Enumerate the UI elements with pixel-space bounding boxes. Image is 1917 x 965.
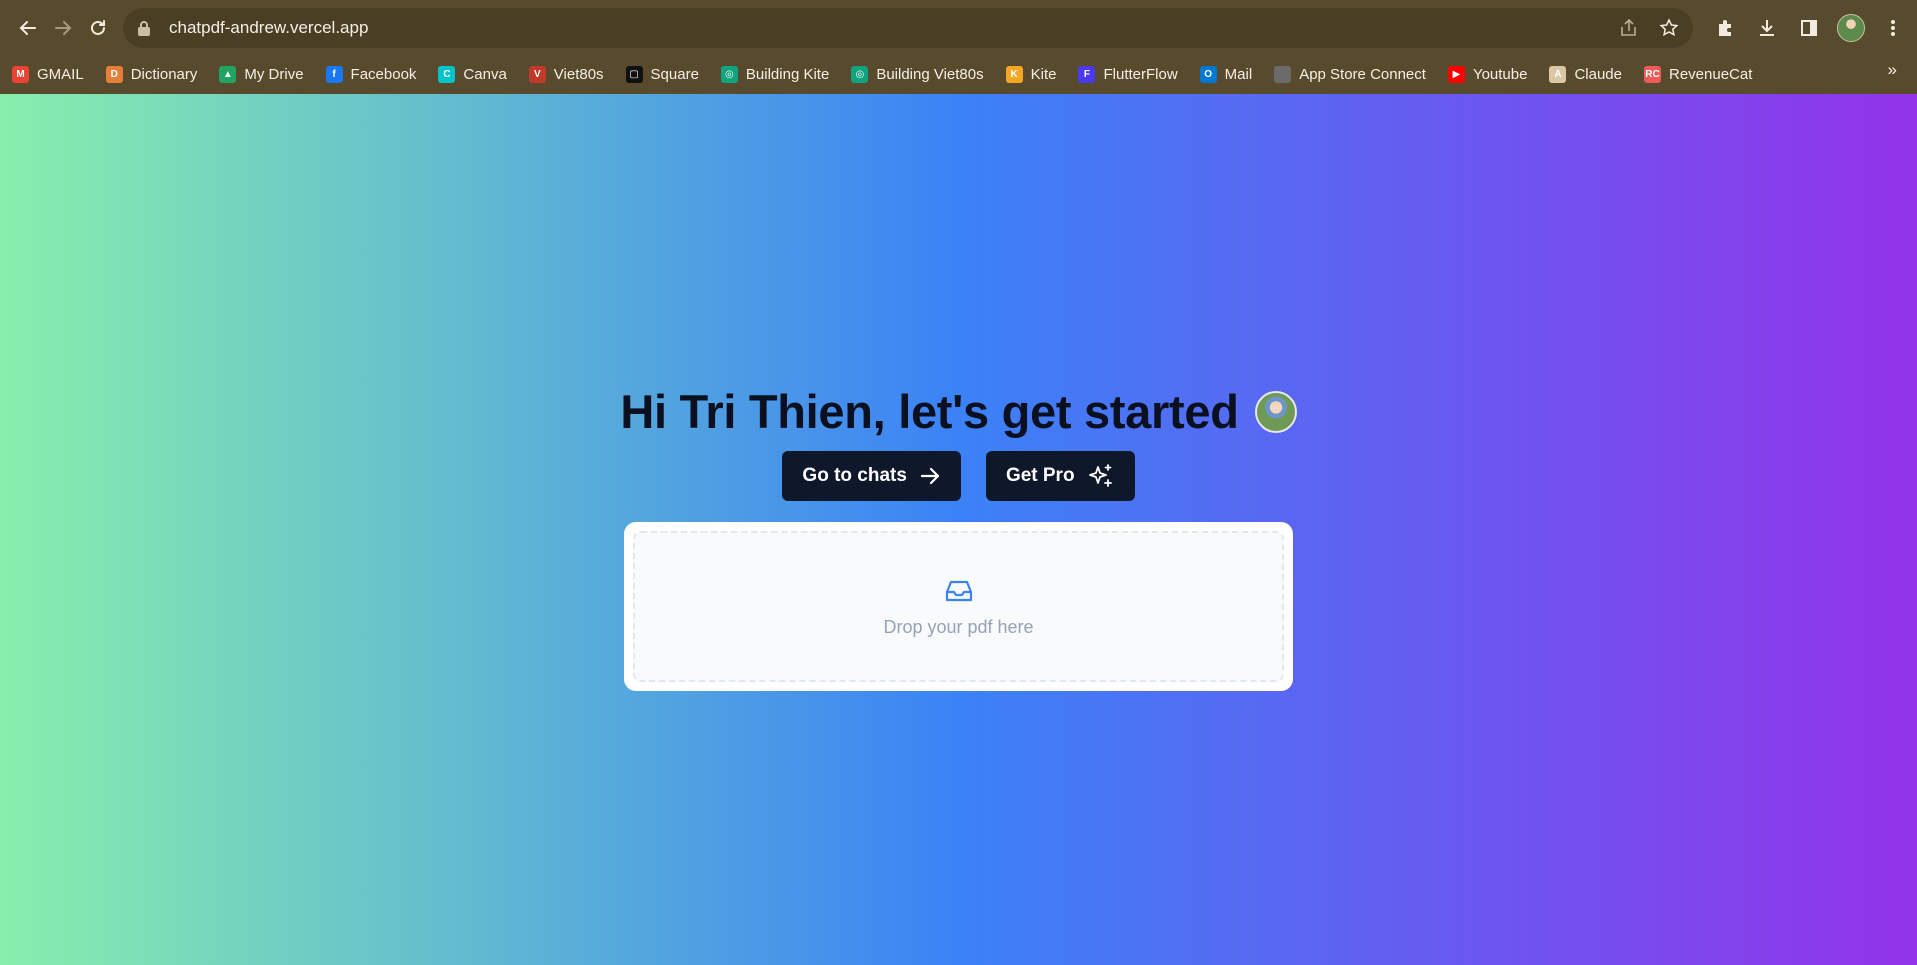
bookmark-label: Building Viet80s xyxy=(876,66,984,83)
bookmark-label: App Store Connect xyxy=(1299,66,1426,83)
lock-icon xyxy=(137,19,155,37)
side-panel-icon[interactable] xyxy=(1795,14,1823,42)
viet80s-icon: V xyxy=(528,66,546,83)
go-to-chats-label: Go to chats xyxy=(802,465,907,486)
drive-icon: ▲ xyxy=(219,66,237,83)
share-icon[interactable] xyxy=(1619,18,1639,38)
go-to-chats-button[interactable]: Go to chats xyxy=(782,451,961,501)
bookmark-item[interactable]: f Facebook xyxy=(325,66,417,83)
get-pro-label: Get Pro xyxy=(1005,465,1075,486)
youtube-icon: ▶ xyxy=(1447,66,1465,83)
bookmark-item[interactable]: O Mail xyxy=(1199,66,1253,83)
dropzone-text: Drop your pdf here xyxy=(883,617,1034,637)
reload-icon xyxy=(90,19,105,35)
bookmark-item[interactable]: ◎ Building Viet80s xyxy=(851,66,984,83)
bookmark-label: Canva xyxy=(463,66,507,83)
action-buttons: Go to chats Get Pro xyxy=(782,451,1135,501)
forward-button[interactable] xyxy=(45,8,80,48)
get-pro-button[interactable]: Get Pro xyxy=(985,451,1135,501)
bookmark-item[interactable]: V Viet80s xyxy=(528,66,604,83)
bookmarks-overflow-button[interactable]: » xyxy=(1888,60,1897,80)
reload-button[interactable] xyxy=(80,8,115,48)
bookmark-item[interactable]: M GMAIL xyxy=(12,66,84,83)
bookmark-label: My Drive xyxy=(244,66,304,83)
bookmark-label: FlutterFlow xyxy=(1103,66,1178,83)
bookmark-label: Facebook xyxy=(350,66,417,83)
arrow-left-icon xyxy=(19,20,36,35)
apple-icon xyxy=(1274,66,1292,83)
profile-avatar[interactable] xyxy=(1837,13,1865,42)
address-url: chatpdf-andrew.vercel.app xyxy=(169,17,369,37)
openai-icon: ◎ xyxy=(720,66,738,83)
claude-icon: A xyxy=(1549,66,1567,83)
menu-kebab-icon[interactable] xyxy=(1879,14,1907,42)
address-bar[interactable]: chatpdf-andrew.vercel.app xyxy=(123,7,1693,48)
bookmark-label: Viet80s xyxy=(553,66,604,83)
user-avatar[interactable] xyxy=(1254,390,1297,433)
bookmark-label: GMAIL xyxy=(37,66,84,83)
back-button[interactable] xyxy=(10,8,45,48)
bookmark-label: Dictionary xyxy=(130,66,198,83)
arrow-right-icon xyxy=(54,20,71,35)
revenuecat-icon: RC xyxy=(1644,66,1661,83)
bookmark-label: Building Kite xyxy=(745,66,830,83)
dictionary-icon: D xyxy=(105,66,123,83)
canva-icon: C xyxy=(438,66,456,83)
bookmark-label: Square xyxy=(650,66,699,83)
sparkles-icon xyxy=(1088,464,1112,487)
facebook-icon: f xyxy=(325,66,343,83)
kite-icon: K xyxy=(1005,66,1023,83)
bookmark-item[interactable]: A Claude xyxy=(1549,66,1622,83)
bookmarks-bar: M GMAIL D Dictionary ▲ My Drive f Facebook C Canv… xyxy=(0,55,1917,94)
bookmark-item[interactable]: C Canva xyxy=(438,66,507,83)
arrow-right-icon xyxy=(920,467,940,485)
hero-section: Hi Tri Thien, let's get started Go to ch… xyxy=(0,384,1917,691)
openai-icon: ◎ xyxy=(851,66,869,83)
bookmark-label: RevenueCat xyxy=(1669,66,1753,83)
pdf-dropzone[interactable]: Drop your pdf here xyxy=(633,531,1284,682)
bookmark-label: Youtube xyxy=(1472,66,1528,83)
bookmark-item[interactable]: D Dictionary xyxy=(105,66,198,83)
extensions-icon[interactable] xyxy=(1711,14,1739,42)
bookmark-label: Claude xyxy=(1574,66,1622,83)
upload-card: Drop your pdf here xyxy=(624,522,1293,691)
square-icon: ▢ xyxy=(625,66,643,83)
browser-chrome: chatpdf-andrew.vercel.app M GMAIL D Diction… xyxy=(0,0,1917,94)
bookmark-label: Kite xyxy=(1030,66,1057,83)
star-icon[interactable] xyxy=(1659,17,1679,38)
outlook-icon: O xyxy=(1199,66,1217,83)
bookmark-item[interactable]: F FlutterFlow xyxy=(1078,66,1178,83)
bookmark-label: Mail xyxy=(1224,66,1253,83)
bookmark-item[interactable]: ◎ Building Kite xyxy=(720,66,830,83)
download-icon[interactable] xyxy=(1753,14,1781,42)
bookmark-item[interactable]: ▢ Square xyxy=(625,66,699,83)
bookmark-item[interactable]: ▲ My Drive xyxy=(219,66,304,83)
page-title: Hi Tri Thien, let's get started xyxy=(620,385,1239,438)
bookmark-item[interactable]: RC RevenueCat xyxy=(1644,66,1752,83)
page-background: Hi Tri Thien, let's get started Go to ch… xyxy=(0,94,1917,965)
browser-toolbar: chatpdf-andrew.vercel.app xyxy=(0,0,1917,55)
inbox-icon xyxy=(945,580,972,602)
bookmark-item[interactable]: ▶ Youtube xyxy=(1447,66,1528,83)
bookmark-item[interactable]: App Store Connect xyxy=(1274,66,1426,83)
flutterflow-icon: F xyxy=(1078,66,1096,83)
bookmark-item[interactable]: K Kite xyxy=(1005,66,1057,83)
title-row: Hi Tri Thien, let's get started xyxy=(620,384,1297,439)
gmail-icon: M xyxy=(12,66,29,83)
